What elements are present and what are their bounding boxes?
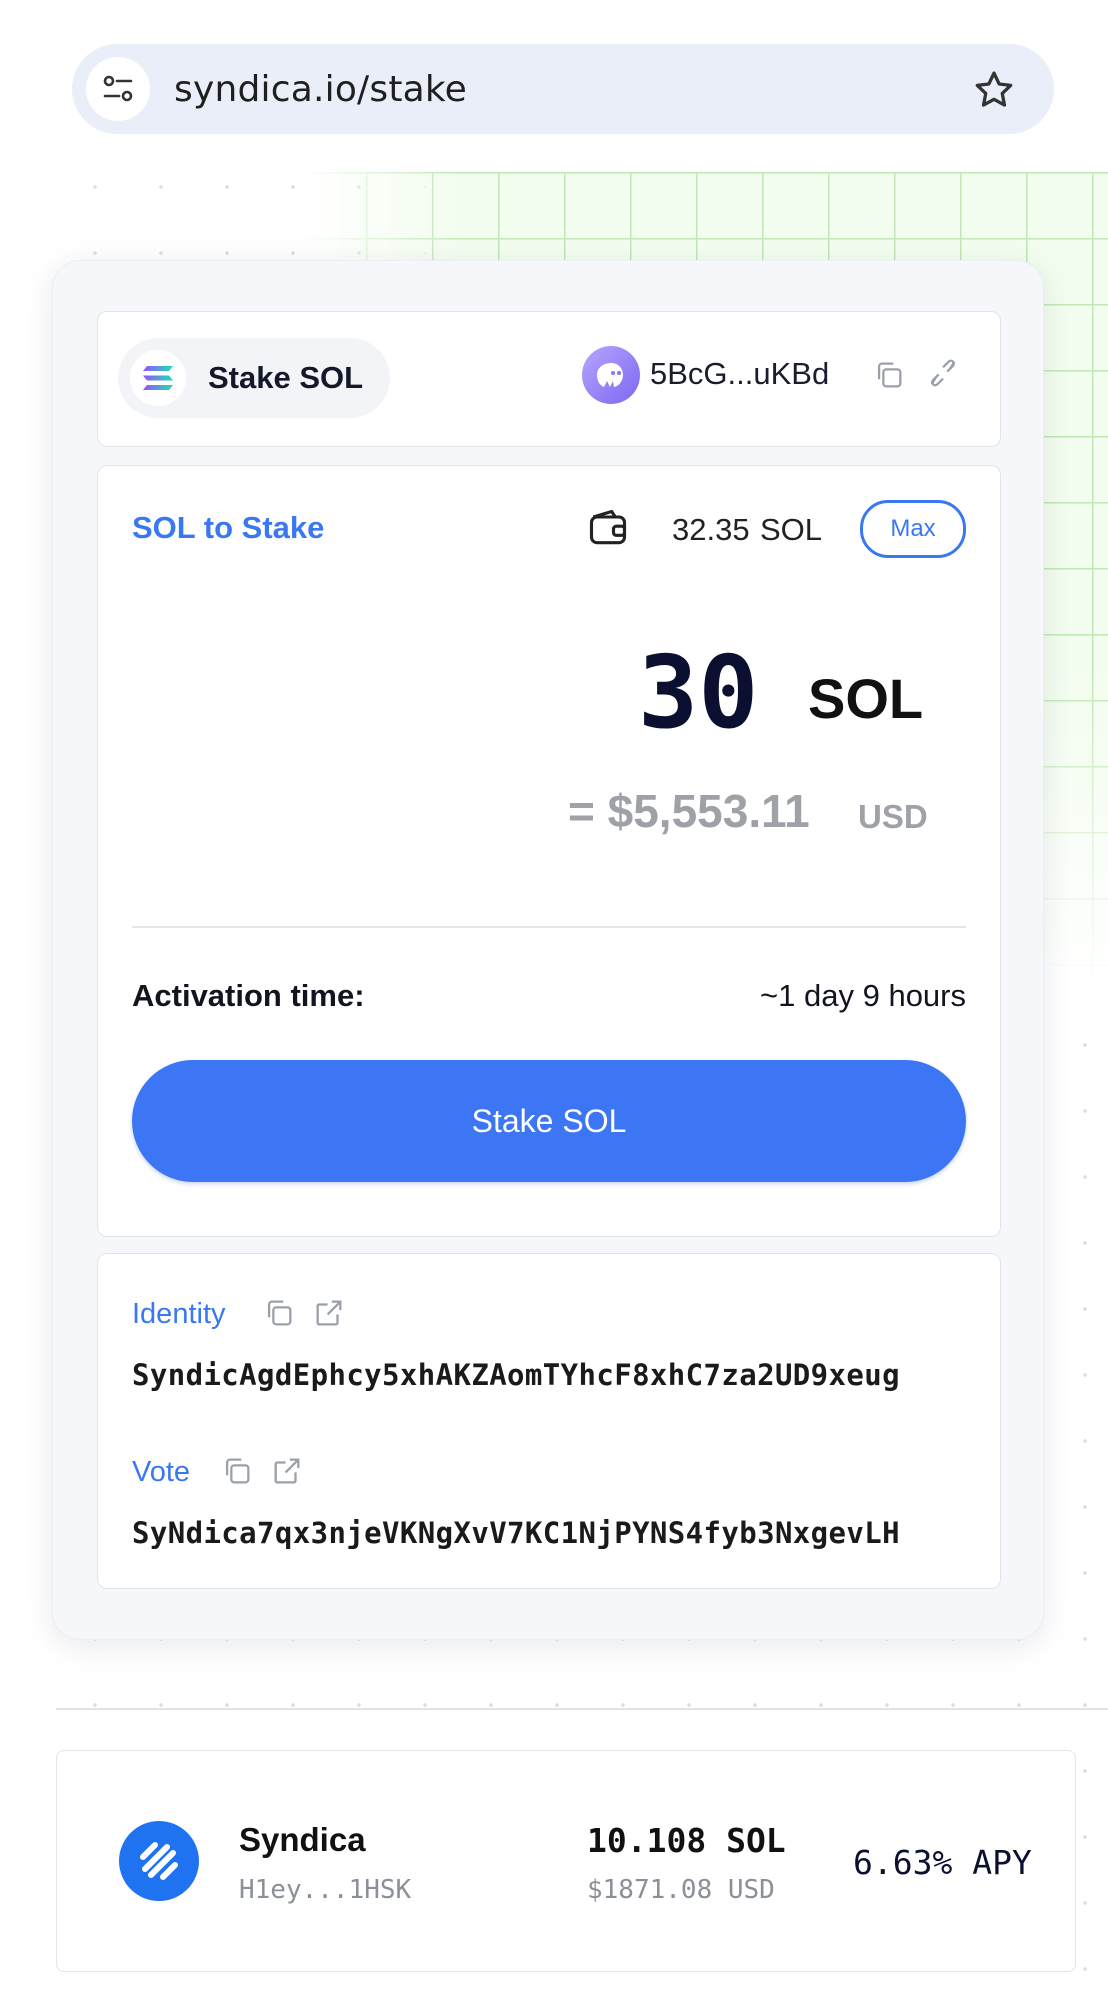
vote-address: SyNdica7qx3njeVKNgXvV7KC1NjPYNS4fyb3Nxge… bbox=[132, 1516, 900, 1550]
wallet-address[interactable]: 5BcG...uKBd bbox=[650, 356, 829, 392]
stake-card: Stake SOL 5BcG...uKBd SOL to Stake 32.35… bbox=[52, 260, 1044, 1640]
max-button[interactable]: Max bbox=[860, 500, 966, 558]
external-link-icon[interactable] bbox=[312, 1296, 346, 1330]
validator-stake-usd: $1871.08 USD bbox=[587, 1875, 775, 1905]
activation-time-label: Activation time: bbox=[132, 978, 365, 1013]
identity-label: Identity bbox=[132, 1298, 226, 1330]
copy-icon[interactable] bbox=[872, 358, 906, 392]
syndica-logo-icon bbox=[119, 1821, 199, 1901]
validator-info: Identity SyndicAgdEphcy5xhAKZAomTYhcF8xh… bbox=[97, 1253, 1001, 1589]
wallet-balance-unit: SOL bbox=[760, 512, 823, 547]
tune-icon[interactable] bbox=[86, 57, 150, 121]
copy-identity-icon[interactable] bbox=[262, 1296, 296, 1330]
stake-header: Stake SOL 5BcG...uKBd bbox=[97, 311, 1001, 447]
star-icon[interactable] bbox=[972, 68, 1016, 112]
divider bbox=[56, 1708, 1108, 1710]
copy-vote-icon[interactable] bbox=[220, 1454, 254, 1488]
stake-form: SOL to Stake 32.35 SOL Max 30 SOL = $5,5… bbox=[97, 465, 1001, 1237]
sol-to-stake-label: SOL to Stake bbox=[132, 510, 325, 545]
page-title: Stake SOL bbox=[208, 360, 364, 395]
wallet-balance: 32.35 bbox=[672, 512, 750, 547]
stake-amount-input[interactable]: 30 bbox=[638, 634, 758, 751]
address-bar[interactable]: syndica.io/stake bbox=[72, 44, 1054, 134]
validator-name: Syndica bbox=[239, 1821, 366, 1858]
stake-sol-button[interactable]: Stake SOL bbox=[132, 1060, 966, 1182]
usd-value: = $5,553.11 bbox=[568, 785, 810, 837]
usd-unit: USD bbox=[858, 798, 928, 835]
disconnect-icon[interactable] bbox=[926, 356, 960, 390]
stake-amount-unit: SOL bbox=[808, 667, 924, 730]
validator-short-address: H1ey...1HSK bbox=[239, 1875, 412, 1905]
url-text[interactable]: syndica.io/stake bbox=[174, 69, 467, 110]
vote-label: Vote bbox=[132, 1456, 191, 1488]
validator-card[interactable]: Syndica H1ey...1HSK 10.108 SOL $1871.08 … bbox=[56, 1750, 1076, 1972]
identity-address: SyndicAgdEphcy5xhAKZAomTYhcF8xhC7za2UD9x… bbox=[132, 1358, 900, 1392]
validator-stake: 10.108 SOL bbox=[587, 1821, 786, 1860]
stake-title-pill: Stake SOL bbox=[118, 338, 390, 418]
activation-time-value: ~1 day 9 hours bbox=[760, 978, 966, 1013]
validator-apy: 6.63% APY bbox=[853, 1843, 1032, 1882]
divider bbox=[132, 926, 966, 928]
wallet-avatar[interactable] bbox=[582, 346, 640, 404]
solana-logo-icon bbox=[130, 350, 186, 406]
wallet-icon bbox=[586, 506, 630, 555]
external-link-icon[interactable] bbox=[270, 1454, 304, 1488]
